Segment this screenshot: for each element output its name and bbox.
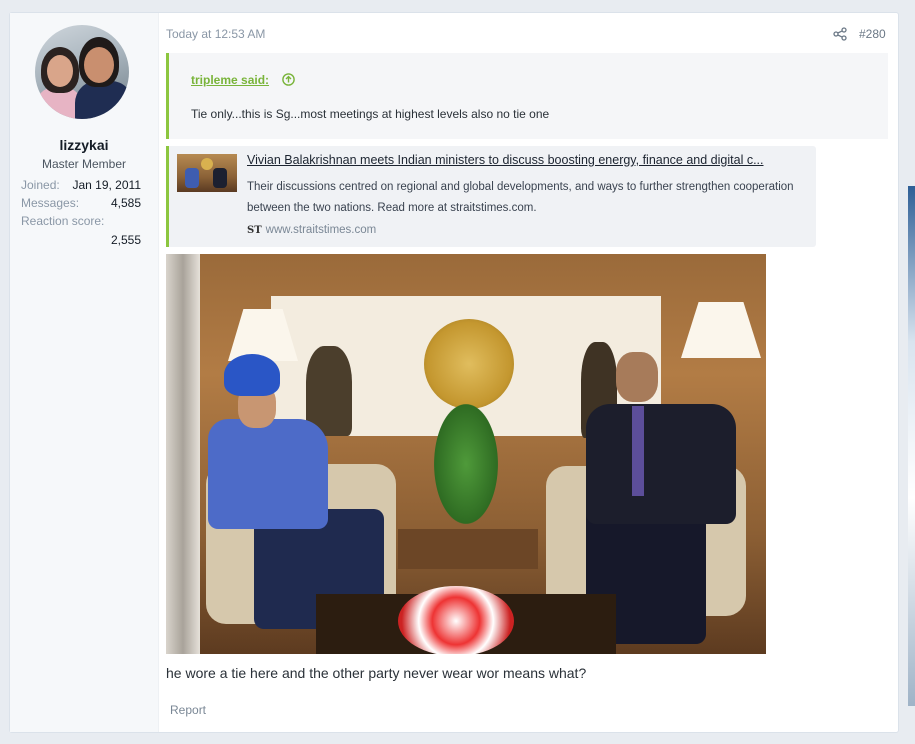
username-link[interactable]: lizzykai xyxy=(10,137,158,153)
link-preview-site: ST www.straitstimes.com xyxy=(247,224,376,236)
sidebar-edge-image xyxy=(908,186,915,706)
site-logo-icon: ST xyxy=(247,225,262,236)
stat-reaction-label: Reaction score: xyxy=(21,214,105,228)
stat-messages-value: 4,585 xyxy=(110,196,141,210)
stat-messages: Messages: 4,585 xyxy=(21,196,141,210)
stat-joined-value: Jan 19, 2011 xyxy=(72,178,141,192)
quote-author-link[interactable]: tripleme said: xyxy=(191,73,269,87)
stat-reaction: Reaction score: xyxy=(21,214,141,228)
report-link[interactable]: Report xyxy=(170,703,206,717)
forum-post: lizzykai Master Member Joined: Jan 19, 2… xyxy=(9,12,899,733)
stat-reaction-value: 2,555 xyxy=(110,233,141,247)
user-avatar[interactable] xyxy=(35,25,129,119)
stat-joined-label: Joined: xyxy=(21,178,60,192)
link-preview-title[interactable]: Vivian Balakrishnan meets Indian ministe… xyxy=(247,153,813,167)
link-preview-domain: www.straitstimes.com xyxy=(265,224,377,236)
link-preview[interactable]: Vivian Balakrishnan meets Indian ministe… xyxy=(166,146,816,247)
quote-text: Tie only...this is Sg...most meetings at… xyxy=(191,107,550,121)
user-panel: lizzykai Master Member Joined: Jan 19, 2… xyxy=(10,13,159,732)
stat-joined: Joined: Jan 19, 2011 xyxy=(21,178,141,192)
stat-messages-label: Messages: xyxy=(21,196,80,210)
arrow-up-circle-icon[interactable] xyxy=(282,73,295,86)
quote-block: tripleme said: Tie only...this is Sg...m… xyxy=(166,53,888,139)
link-preview-description: Their discussions centred on regional an… xyxy=(247,181,794,214)
link-preview-thumbnail[interactable] xyxy=(177,154,237,192)
user-title: Master Member xyxy=(41,157,127,171)
post-number-link[interactable]: #280 xyxy=(859,27,886,41)
post-image[interactable] xyxy=(166,254,766,654)
post-timestamp[interactable]: Today at 12:53 AM xyxy=(166,27,265,41)
share-icon[interactable] xyxy=(833,27,847,41)
post-body-text: he wore a tie here and the other party n… xyxy=(166,665,587,681)
